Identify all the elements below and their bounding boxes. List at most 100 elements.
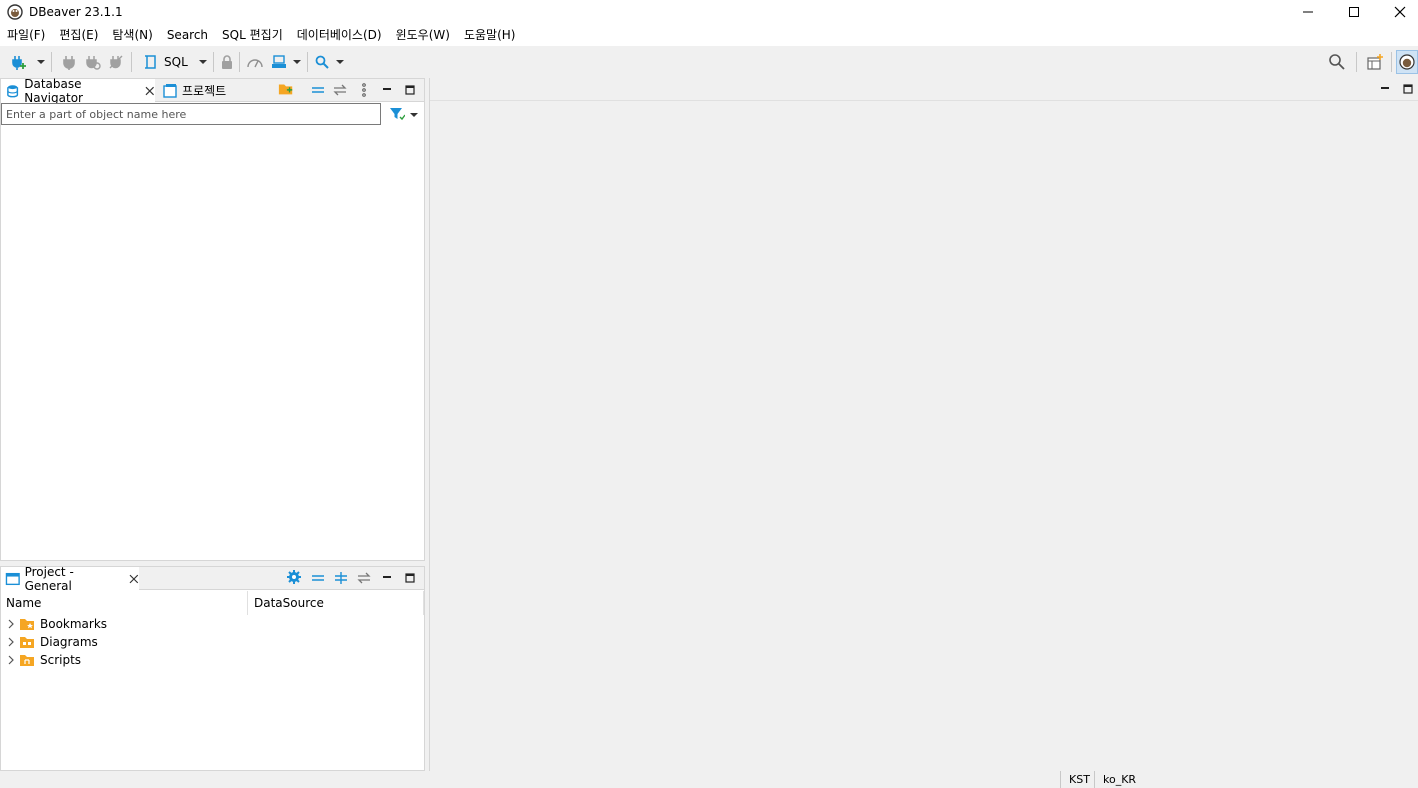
collapse-all-button[interactable] [310, 83, 326, 97]
open-perspective-button[interactable] [1366, 53, 1384, 71]
disconnect-button[interactable] [108, 53, 124, 71]
tree-item-scripts[interactable]: Scripts [1, 651, 81, 669]
menu-bar: 파일(F) 편집(E) 탐색(N) Search SQL 편집기 데이터베이스(… [0, 24, 1418, 46]
minimize-icon [1381, 87, 1389, 89]
link-arrows-icon [333, 84, 347, 96]
collapse-all-button[interactable] [310, 571, 326, 585]
new-connection-button[interactable] [10, 53, 28, 71]
maximize-editor-button[interactable] [1400, 82, 1416, 96]
link-arrows-icon [357, 572, 371, 584]
toolbar-separator [51, 52, 52, 72]
tab-label: 프로젝트 [182, 84, 227, 98]
plug-disconnect-icon [109, 55, 123, 69]
close-icon[interactable] [145, 86, 155, 96]
database-navigator-panel: Database Navigator 프로젝트 [0, 76, 425, 561]
transaction-lock-button[interactable] [219, 53, 235, 71]
menu-database[interactable]: 데이터베이스(D) [290, 24, 389, 46]
search-tool-dropdown[interactable] [336, 53, 344, 71]
status-locale: ko_KR [1094, 771, 1144, 788]
reconnect-button[interactable] [85, 53, 101, 71]
filter-settings-button[interactable] [389, 107, 405, 121]
global-search-button[interactable] [1328, 53, 1346, 71]
project-tabstrip: Project - General [1, 564, 424, 593]
close-button[interactable] [1377, 0, 1418, 24]
search-tool-button[interactable] [314, 53, 330, 71]
dbeaver-logo-icon [1399, 54, 1415, 70]
collapse-all-icon [312, 575, 324, 581]
chevron-right-icon[interactable] [6, 619, 16, 629]
maximize-icon [1403, 84, 1413, 94]
tab-projects[interactable]: 프로젝트 [158, 79, 268, 102]
configure-button[interactable] [286, 570, 302, 584]
editor-tabstrip [430, 78, 1418, 101]
tab-label: Database Navigator [24, 76, 83, 105]
column-header-datasource[interactable]: DataSource [249, 591, 424, 615]
projects-icon [163, 83, 177, 98]
editor-area[interactable] [429, 78, 1418, 771]
view-menu-button[interactable] [356, 83, 372, 97]
toolbar-separator [131, 52, 132, 72]
sql-editor-button[interactable]: SQL [143, 53, 188, 71]
close-icon[interactable] [129, 574, 139, 584]
menu-sql-editor[interactable]: SQL 편집기 [215, 24, 290, 46]
filter-icon [390, 108, 405, 121]
chevron-down-icon [293, 60, 301, 64]
minimize-button[interactable] [1285, 0, 1331, 24]
chevron-down-icon [199, 60, 207, 64]
link-with-editor-button[interactable] [356, 571, 372, 585]
toolbar-separator [307, 52, 308, 72]
main-toolbar: SQL [0, 46, 1418, 78]
tab-database-navigator[interactable]: Database Navigator [1, 76, 155, 105]
sql-script-icon [145, 55, 156, 69]
dbeaver-perspective-button[interactable] [1396, 50, 1418, 74]
toolbar-separator [239, 52, 240, 72]
menu-file[interactable]: 파일(F) [0, 24, 52, 46]
minimize-view-button[interactable] [379, 83, 395, 97]
chevron-right-icon[interactable] [6, 637, 16, 647]
minimize-icon [1303, 11, 1313, 13]
connect-button[interactable] [61, 53, 77, 71]
maximize-button[interactable] [1331, 0, 1377, 24]
menu-navigate[interactable]: 탐색(N) [105, 24, 159, 46]
tree-item-label: Diagrams [40, 635, 98, 649]
link-with-editor-button[interactable] [332, 83, 348, 97]
new-connection-dropdown[interactable] [37, 53, 45, 71]
commit-mode-dropdown[interactable] [293, 53, 301, 71]
plug-add-icon [12, 56, 26, 70]
menu-edit[interactable]: 편집(E) [52, 24, 105, 46]
tab-project-general[interactable]: Project - General [1, 564, 139, 593]
database-navigator-icon [7, 84, 19, 97]
perspective-add-icon [1367, 54, 1383, 70]
chevron-right-icon[interactable] [6, 655, 16, 665]
object-filter-input[interactable] [1, 103, 381, 125]
status-bar: KST ko_KR [0, 771, 1418, 788]
new-folder-button[interactable] [278, 82, 294, 96]
plug-icon [63, 56, 75, 70]
collapse-all-icon [312, 87, 324, 93]
tree-item-diagrams[interactable]: Diagrams [1, 633, 98, 651]
filter-dropdown[interactable] [409, 108, 419, 122]
maximize-view-button[interactable] [402, 571, 418, 585]
diagrams-folder-icon [20, 637, 34, 648]
tree-item-bookmarks[interactable]: Bookmarks [1, 615, 107, 633]
menu-help[interactable]: 도움말(H) [457, 24, 523, 46]
sql-editor-dropdown[interactable] [199, 53, 207, 71]
minimize-editor-button[interactable] [1377, 82, 1393, 96]
minimize-icon [383, 576, 391, 578]
tab-label: Project - General [24, 564, 74, 593]
tree-item-label: Scripts [40, 653, 82, 667]
window-title: DBeaver 23.1.1 [29, 5, 123, 19]
expand-all-button[interactable] [333, 571, 349, 585]
chevron-down-icon [410, 113, 418, 117]
search-icon [1329, 54, 1345, 70]
menu-search[interactable]: Search [160, 24, 215, 46]
toolbar-separator [1356, 52, 1357, 72]
project-general-panel: Project - General Name DataSource Bookma… [0, 564, 425, 771]
dashboard-button[interactable] [246, 53, 264, 71]
column-header-name[interactable]: Name [1, 591, 248, 615]
maximize-view-button[interactable] [402, 83, 418, 97]
toolbar-separator [213, 52, 214, 72]
menu-window[interactable]: 윈도우(W) [389, 24, 457, 46]
commit-mode-button[interactable] [271, 53, 287, 71]
minimize-view-button[interactable] [379, 571, 395, 585]
